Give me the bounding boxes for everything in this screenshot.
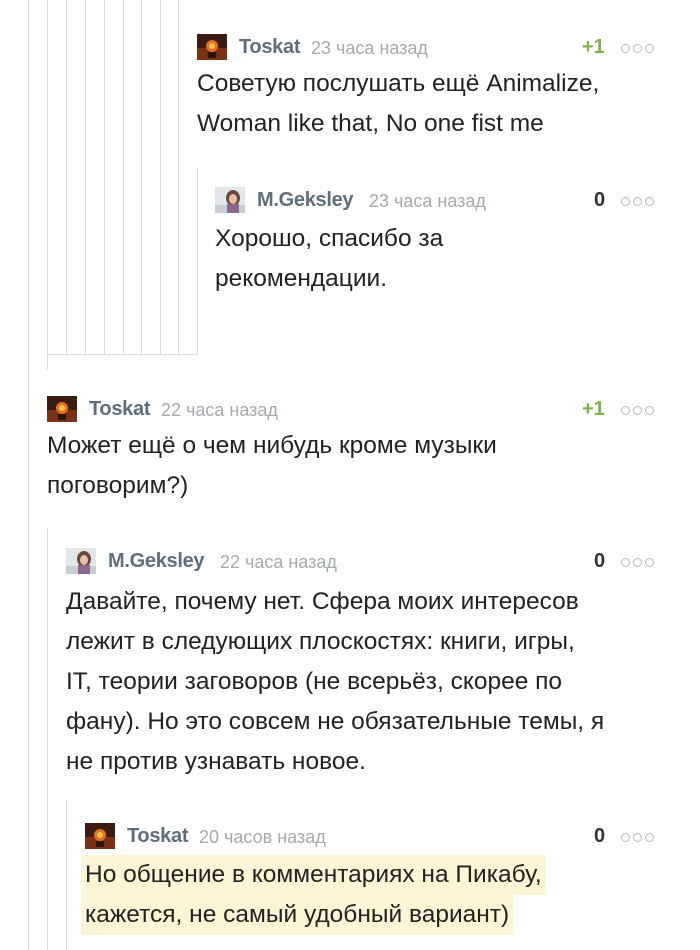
comment-time[interactable]: 22 часа назад [220, 552, 337, 573]
comment: Toskat 23 часа назад +1 Советую послушат… [197, 34, 697, 144]
comment-text: Давайте, почему нет. Сфера моих интересо… [66, 582, 604, 782]
thread-line [47, 528, 48, 950]
comment: Toskat 22 часа назад +1 Может ещё о чем … [47, 396, 697, 516]
more-dots-icon[interactable] [621, 558, 681, 570]
thread-line [104, 0, 105, 354]
comment-text-line: Советую послушать ещё Animalize, [197, 70, 600, 97]
toskat-avatar-icon[interactable] [47, 396, 77, 422]
geksley-avatar-icon[interactable] [66, 548, 96, 574]
more-dots-icon[interactable] [621, 44, 681, 56]
more-dots-icon[interactable] [621, 833, 681, 845]
comment-text-line: Woman like that, No one fist me [197, 110, 544, 137]
thread-line [160, 0, 161, 354]
comment-author[interactable]: M.Geksley [257, 189, 354, 212]
comment-text-line: Может ещё о чем нибудь кроме музыки [47, 432, 497, 459]
comment-text: Но общение в комментариях на Пикабу, каж… [81, 855, 546, 935]
comment: Toskat 20 часов назад 0 Но общение в ком… [81, 823, 695, 943]
more-dots-icon[interactable] [621, 197, 681, 209]
comment-rating: 0 [594, 825, 606, 847]
comment-text-line-highlighted: Но общение в комментариях на Пикабу, [81, 855, 546, 895]
comment-text-line: рекомендации. [215, 265, 388, 292]
thread-line [178, 0, 179, 354]
more-dots-icon[interactable] [621, 406, 681, 418]
comment: M.Geksley 23 часа назад 0 Хорошо, спасиб… [215, 187, 695, 297]
comment-rating: 0 [594, 550, 606, 572]
comment-time[interactable]: 23 часа назад [311, 38, 428, 59]
thread-line [28, 0, 29, 950]
comment-text-line: Давайте, почему нет. Сфера моих интересо… [66, 588, 579, 615]
geksley-avatar-icon[interactable] [215, 187, 245, 213]
comment-text-line: фану). Но это совсем не обязательные тем… [66, 708, 605, 735]
comment-author[interactable]: Toskat [89, 398, 150, 421]
thread-line [66, 0, 67, 354]
comment: M.Geksley 22 часа назад 0 Давайте, почем… [66, 548, 696, 788]
thread-line [197, 168, 198, 354]
toskat-avatar-icon[interactable] [85, 823, 115, 849]
comment-time[interactable]: 20 часов назад [199, 827, 326, 848]
thread-line [123, 0, 124, 354]
comment-text: Советую послушать ещё Animalize, Woman l… [197, 64, 599, 144]
comment-author[interactable]: M.Geksley [108, 550, 205, 573]
comment-text-line: лежит в следующих плоскостях: книги, игр… [66, 628, 575, 655]
comment-text-line-highlighted: кажется, не самый удобный вариант) [81, 895, 514, 935]
thread-line-end [47, 354, 198, 355]
comment-text-line: поговорим?) [47, 472, 189, 499]
toskat-avatar-icon[interactable] [197, 34, 227, 60]
comment-text: Может ещё о чем нибудь кроме музыки пого… [47, 426, 497, 506]
thread-line [85, 0, 86, 354]
comment-rating: +1 [582, 398, 605, 420]
comment-text: Хорошо, спасибо за рекомендации. [215, 219, 443, 299]
thread-line [141, 0, 142, 354]
comment-rating: 0 [594, 189, 606, 211]
comment-rating: +1 [582, 36, 605, 58]
comment-text-line: не против узнавать новое. [66, 748, 366, 775]
thread-line [66, 800, 67, 950]
thread-line [47, 0, 48, 370]
comment-author[interactable]: Toskat [239, 36, 300, 59]
comment-time[interactable]: 22 часа назад [161, 400, 278, 421]
comment-text-line: Хорошо, спасибо за [215, 225, 444, 252]
comment-author[interactable]: Toskat [127, 825, 188, 848]
comment-text-line: IT, теории заговоров (не всерьёз, скорее… [66, 668, 563, 695]
comment-time[interactable]: 23 часа назад [369, 191, 486, 212]
